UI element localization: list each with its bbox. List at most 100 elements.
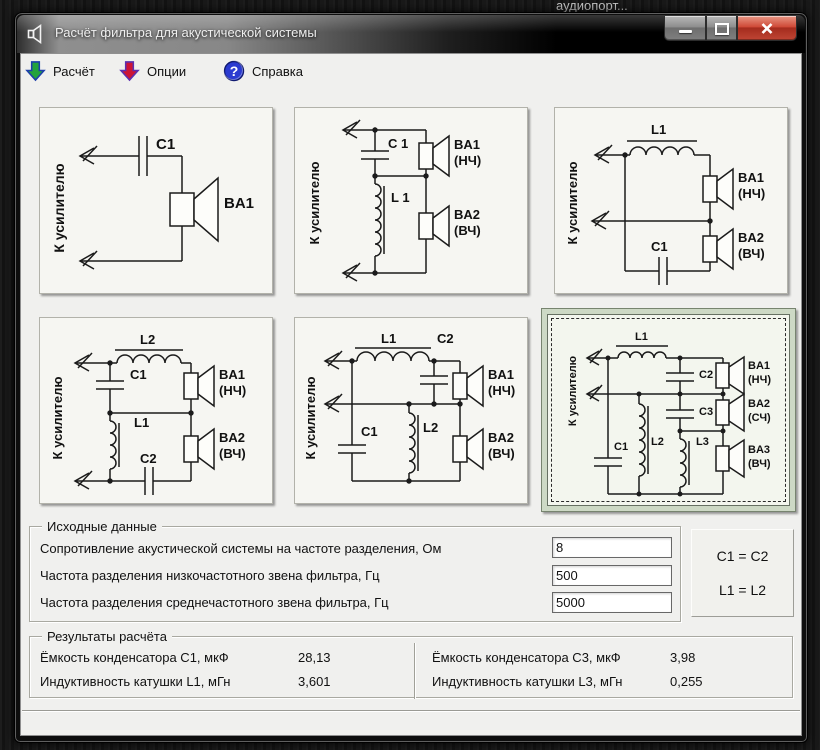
result-l3-value: 0,255 <box>670 674 703 689</box>
amp-label: К усилителю <box>565 162 580 245</box>
result-c1-label: Ёмкость конденсатора C1, мкФ <box>40 650 229 665</box>
amp-arrow-top <box>78 145 98 165</box>
input-data-group: Исходные данные Сопротивление акустическ… <box>29 519 681 622</box>
status-bar <box>22 710 800 733</box>
impedance-label: Сопротивление акустической системы на ча… <box>40 541 442 556</box>
filter-scheme-panel-2[interactable]: К усилителю C 1 L 1 BA1 (НЧ) BA2 (ВЧ) <box>294 107 528 294</box>
speaker-ba2 <box>702 227 734 271</box>
circuit-diagram-4: К усилителю L2 C1 L1 C2 BA1 (НЧ) BA2 (ВЧ… <box>50 332 246 495</box>
label-ba1-band: (НЧ) <box>454 153 481 168</box>
selected-panel-dashed-border: К усилителю L1 C2 C3 C1 L2 L3 BA1 (НЧ) B… <box>551 318 786 502</box>
inductor-l1 <box>355 347 431 362</box>
titlebar[interactable]: Расчёт фильтра для акустической системы <box>17 15 805 53</box>
mid-crossover-freq-input[interactable] <box>552 592 672 613</box>
input-data-group-title: Исходные данные <box>42 519 162 534</box>
speaker-ba2 <box>418 204 450 248</box>
result-l1-value: 3,601 <box>298 674 331 689</box>
filter-scheme-panel-3[interactable]: К усилителю L1 C1 BA1 (НЧ) BA2 (ВЧ) <box>554 107 788 294</box>
label-ba1: BA1 <box>224 195 254 212</box>
inductor-l1 <box>109 413 120 481</box>
wires <box>80 155 183 262</box>
label-c1: C1 <box>130 367 147 382</box>
amp-arrow-middle <box>585 384 603 402</box>
label-ba1-band: (НЧ) <box>488 383 515 398</box>
toolbar: Расчёт Опции ? Справка <box>21 54 801 88</box>
window-title: Расчёт фильтра для акустической системы <box>55 25 317 40</box>
filter-scheme-panel-5[interactable]: К усилителю L1 C2 C1 L2 BA1 (НЧ) BA2 (ВЧ… <box>294 317 528 504</box>
speaker-ba1 <box>702 167 734 211</box>
circuit-diagram-2: К усилителю C 1 L 1 BA1 (НЧ) BA2 (ВЧ) <box>307 119 481 282</box>
maximize-button[interactable] <box>706 16 737 41</box>
wires <box>325 360 461 482</box>
maximize-icon <box>714 23 729 35</box>
toolbar-item-options[interactable]: Опции <box>119 59 186 83</box>
label-ba2: BA2 <box>738 230 764 245</box>
speaker-ba1 <box>452 364 484 408</box>
equality-note-box: C1 = C2 L1 = L2 <box>691 529 794 617</box>
green-down-arrow-icon <box>25 61 46 82</box>
low-crossover-freq-input[interactable] <box>552 565 672 586</box>
close-button[interactable] <box>737 16 797 41</box>
app-window: Расчёт фильтра для акустической системы <box>14 12 808 743</box>
label-ba2-band: (ВЧ) <box>454 223 481 238</box>
amp-arrow-top <box>593 144 613 164</box>
label-ba1-band: (НЧ) <box>738 186 765 201</box>
speaker-ba1 <box>183 364 215 408</box>
client-area: Расчёт Опции ? Справка К усилителю C1 BA… <box>21 54 801 735</box>
inductor-l1 <box>616 345 668 359</box>
label-ba1: BA1 <box>488 367 514 382</box>
label-l1: L1 <box>381 331 396 346</box>
help-glyph: ? <box>230 63 239 79</box>
label-ba1-band: (НЧ) <box>748 374 771 386</box>
amp-label: К усилителю <box>51 163 67 252</box>
amp-label: К усилителю <box>50 377 65 460</box>
minimize-button[interactable] <box>664 16 706 41</box>
toolbar-item-help[interactable]: ? Справка <box>223 59 303 83</box>
blue-help-circle-icon: ? <box>223 60 245 82</box>
toolbar-item-calc[interactable]: Расчёт <box>25 59 95 83</box>
label-c2: C2 <box>140 451 157 466</box>
label-c1: C1 <box>651 239 668 254</box>
label-ba2-band: (ВЧ) <box>219 446 246 461</box>
label-l2: L2 <box>140 332 155 347</box>
impedance-input[interactable] <box>552 537 672 558</box>
amp-label: К усилителю <box>307 162 322 245</box>
label-ba1: BA1 <box>454 137 480 152</box>
toolbar-item-calc-label: Расчёт <box>53 63 95 79</box>
label-l2: L2 <box>651 436 664 448</box>
capacitor-c2 <box>144 467 154 495</box>
amp-arrow-middle <box>590 210 610 230</box>
inductor-l1 <box>627 140 697 156</box>
filter-scheme-panel-1[interactable]: К усилителю C1 BA1 <box>39 107 273 294</box>
capacitor-c3 <box>666 409 694 419</box>
label-l1: L 1 <box>391 190 410 205</box>
minimize-icon <box>678 29 692 33</box>
capacitor-c1 <box>658 257 668 285</box>
amp-arrow-top <box>341 119 361 139</box>
speaker-ba3 <box>715 438 745 479</box>
label-c1: C 1 <box>388 136 408 151</box>
label-ba2-band: (СЧ) <box>748 412 771 424</box>
equality-l1-l2: L1 = L2 <box>718 582 767 598</box>
inductor-l2 <box>115 349 183 364</box>
capacitor-c1 <box>361 150 389 160</box>
label-l1: L1 <box>635 331 648 343</box>
label-c2: C2 <box>437 331 454 346</box>
result-l3-label: Индуктивность катушки L3, мГн <box>432 674 623 689</box>
capacitor-c2 <box>420 375 448 385</box>
amp-arrow-top <box>323 350 343 370</box>
result-c3-value: 3,98 <box>670 650 696 665</box>
selected-panel-inner: К усилителю L1 C2 C3 C1 L2 L3 BA1 (НЧ) B… <box>547 314 790 506</box>
circuit-diagram-1: К усилителю C1 BA1 <box>51 136 254 270</box>
speaker-ba1 <box>715 355 745 396</box>
speaker-ba1 <box>169 176 219 243</box>
filter-scheme-panel-4[interactable]: К усилителю L2 C1 L1 C2 BA1 (НЧ) BA2 (ВЧ… <box>39 317 273 504</box>
capacitor-c1 <box>594 457 622 467</box>
amp-arrow-bottom <box>73 470 93 490</box>
label-ba2: BA2 <box>748 398 770 410</box>
circuit-diagram-6: К усилителю L1 C2 C3 C1 L2 L3 BA1 (НЧ) B… <box>567 331 771 497</box>
close-icon <box>761 22 773 34</box>
label-l3: L3 <box>696 436 709 448</box>
filter-scheme-panel-6-selected[interactable]: К усилителю L1 C2 C3 C1 L2 L3 BA1 (НЧ) B… <box>541 308 796 512</box>
inductor-l2 <box>638 403 649 477</box>
